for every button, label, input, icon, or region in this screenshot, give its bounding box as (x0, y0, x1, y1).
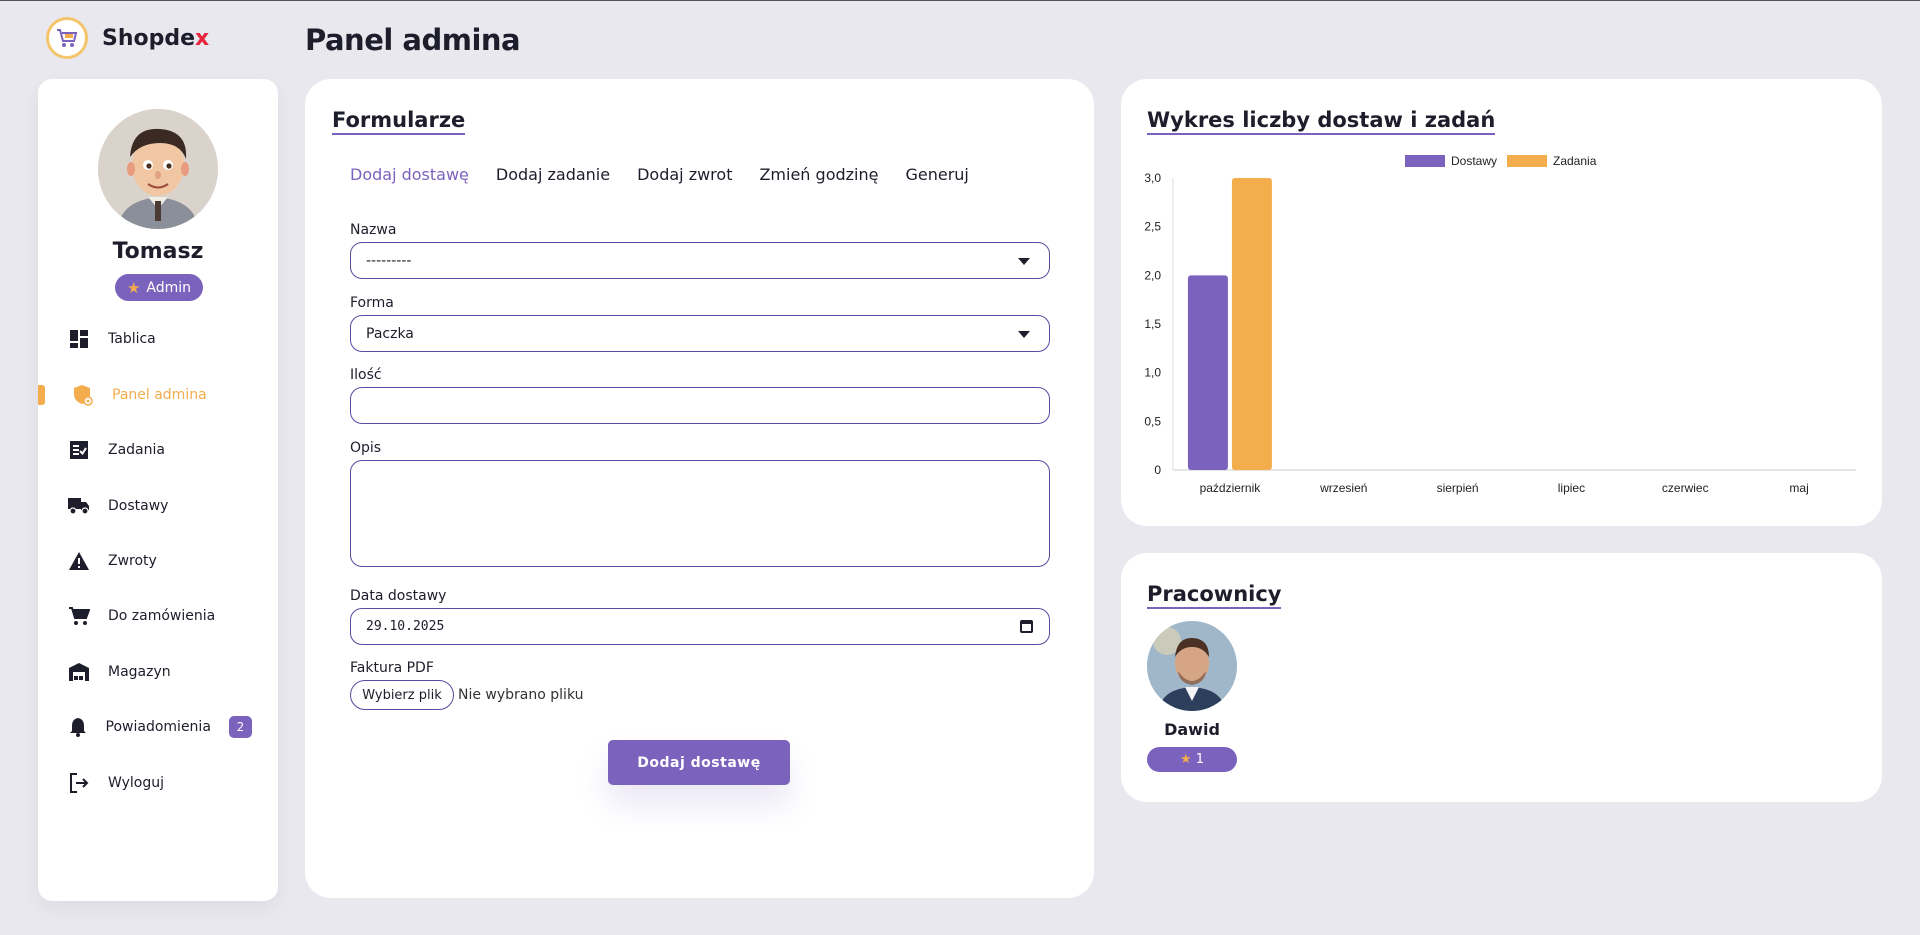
tab-dodaj-zadanie[interactable]: Dodaj zadanie (496, 165, 610, 184)
faktura-label: Faktura PDF (350, 660, 434, 676)
user-avatar (98, 109, 218, 229)
nazwa-label: Nazwa (350, 222, 397, 238)
workers-card: Pracownicy Dawid ★ 1 (1121, 553, 1882, 802)
y-tick-label: 0,5 (1144, 414, 1161, 428)
role-label: Admin (146, 279, 192, 296)
sidebar-item-wyloguj[interactable]: Wyloguj (38, 763, 278, 803)
choose-file-button[interactable]: Wybierz plik (350, 680, 454, 710)
sidebar: Tomasz ★ Admin Tablica Panel admina Zada… (38, 79, 278, 901)
worker-name: Dawid (1164, 720, 1220, 739)
sidebar-item-zadania[interactable]: Zadania (38, 430, 278, 470)
worker-card[interactable]: Dawid ★ 1 (1147, 621, 1237, 772)
bar-dostawy (1187, 275, 1228, 470)
cart-logo-icon (46, 17, 88, 59)
nazwa-select[interactable]: --------- (350, 242, 1050, 279)
worker-avatar (1147, 621, 1237, 711)
tab-generuj[interactable]: Generuj (905, 165, 968, 184)
worker-rating: 1 (1195, 752, 1204, 767)
warning-icon (68, 550, 90, 572)
y-tick-label: 1,5 (1144, 317, 1161, 331)
chart-card: Wykres liczby dostaw i zadań 0 0,5 1,0 1,5 2… (1121, 79, 1882, 526)
calendar-icon[interactable] (1020, 620, 1033, 633)
sidebar-item-label: Panel admina (112, 387, 207, 403)
sidebar-item-do-zamowienia[interactable]: Do zamówienia (38, 596, 278, 636)
brand-logo[interactable]: Shopdex (46, 17, 209, 59)
sidebar-item-label: Zwroty (108, 553, 157, 569)
star-icon: ★ (126, 278, 141, 297)
file-status: Nie wybrano pliku (458, 687, 584, 703)
forma-select[interactable]: Paczka (350, 315, 1050, 352)
cart-icon (68, 605, 90, 627)
sidebar-item-label: Magazyn (108, 664, 171, 680)
legend-label: Dostawy (1451, 154, 1497, 168)
legend-swatch-dostawy (1405, 155, 1445, 167)
sidebar-item-powiadomienia[interactable]: Powiadomienia 2 (38, 707, 278, 747)
x-tick-label: sierpień (1437, 481, 1479, 495)
sidebar-item-label: Wyloguj (108, 775, 164, 791)
data-dostawy-label: Data dostawy (350, 588, 447, 604)
forma-label: Forma (350, 295, 394, 311)
bell-icon (68, 716, 88, 738)
tab-zmien-godzine[interactable]: Zmień godzinę (759, 165, 878, 184)
data-dostawy-input[interactable]: 29.10.2025 (350, 608, 1050, 645)
y-tick-label: 2,5 (1144, 220, 1161, 234)
y-tick-label: 1,0 (1144, 366, 1161, 380)
sidebar-item-label: Tablica (108, 331, 156, 347)
ilosc-input[interactable] (350, 387, 1050, 424)
bar-zadania (1231, 178, 1272, 470)
x-tick-label: październik (1200, 481, 1262, 495)
warehouse-icon (68, 661, 90, 683)
ilosc-label: Ilość (350, 367, 382, 383)
forms-title: Formularze (332, 108, 466, 135)
tab-dodaj-dostawe[interactable]: Dodaj dostawę (350, 165, 469, 184)
sidebar-item-dostawy[interactable]: Dostawy (38, 486, 278, 526)
workers-title: Pracownicy (1147, 582, 1282, 609)
y-tick-label: 3,0 (1144, 171, 1161, 185)
x-tick-label: wrzesień (1319, 481, 1367, 495)
notification-count-badge: 2 (228, 716, 252, 738)
admin-shield-icon (72, 384, 94, 406)
tasks-icon (68, 439, 90, 461)
user-name: Tomasz (112, 239, 204, 264)
chevron-down-icon (1018, 331, 1030, 338)
sidebar-item-label: Powiadomienia (105, 719, 211, 735)
nazwa-value: --------- (366, 252, 412, 269)
legend-swatch-zadania (1507, 155, 1547, 167)
x-tick-label: czerwiec (1662, 481, 1709, 495)
sidebar-item-label: Dostawy (108, 498, 169, 514)
sidebar-item-label: Zadania (108, 442, 165, 458)
forma-value: Paczka (366, 325, 414, 342)
x-tick-label: lipiec (1558, 481, 1585, 495)
logout-icon (68, 772, 90, 794)
role-badge: ★ Admin (115, 274, 203, 301)
worker-rating-badge: ★ 1 (1147, 747, 1237, 772)
y-tick-label: 0 (1154, 463, 1161, 477)
sidebar-item-magazyn[interactable]: Magazyn (38, 652, 278, 692)
submit-delivery-button[interactable]: Dodaj dostawę (608, 740, 790, 785)
bar-chart: 0 0,5 1,0 1,5 2,0 2,5 3,0 październik wrzesień si… (1144, 154, 1856, 495)
chevron-down-icon (1018, 258, 1030, 265)
truck-icon (68, 495, 90, 517)
sidebar-item-panel-admina[interactable]: Panel admina (38, 375, 278, 415)
legend-label: Zadania (1553, 154, 1597, 168)
brand-name: Shopdex (102, 25, 210, 51)
forms-card: Formularze Dodaj dostawę Dodaj zadanie D… (305, 79, 1094, 898)
sidebar-item-tablica[interactable]: Tablica (38, 319, 278, 359)
form-tabs: Dodaj dostawę Dodaj zadanie Dodaj zwrot … (350, 165, 969, 184)
sidebar-item-zwroty[interactable]: Zwroty (38, 541, 278, 581)
opis-label: Opis (350, 440, 382, 456)
page-title: Panel admina (305, 23, 521, 57)
star-icon: ★ (1180, 752, 1192, 767)
x-tick-label: maj (1789, 481, 1808, 495)
data-dostawy-value: 29.10.2025 (366, 619, 445, 634)
opis-textarea[interactable] (350, 460, 1050, 567)
sidebar-item-label: Do zamówienia (108, 608, 216, 624)
tab-dodaj-zwrot[interactable]: Dodaj zwrot (637, 165, 732, 184)
dashboard-icon (68, 328, 90, 350)
y-tick-label: 2,0 (1144, 268, 1161, 282)
